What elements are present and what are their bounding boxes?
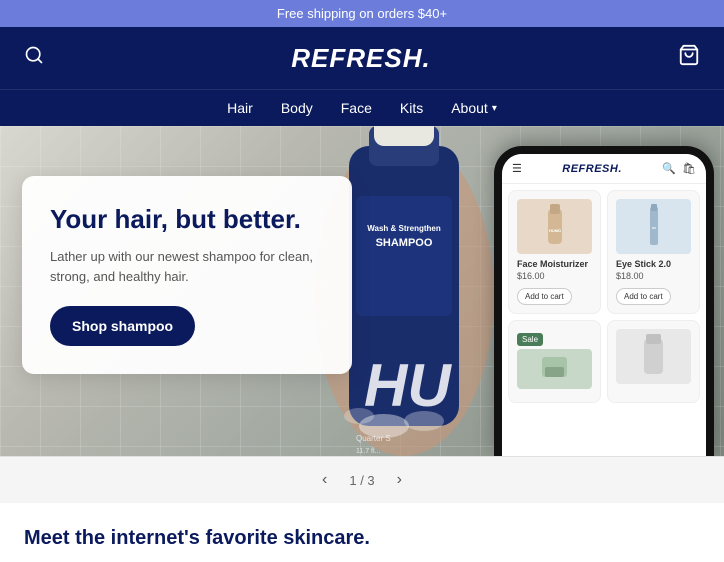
phone-search-icon: 🔍 xyxy=(662,162,676,175)
phone-header: ☰ REFRESH. 🔍 🛍 xyxy=(502,154,706,184)
phone-product-image-4 xyxy=(616,329,691,384)
nav-item-about[interactable]: About ▾ xyxy=(451,100,497,116)
hero-card: Your hair, but better. Lather up with ou… xyxy=(22,176,352,374)
promo-banner: Free shipping on orders $40+ xyxy=(0,0,724,27)
phone-menu-icon: ☰ xyxy=(512,162,522,175)
hero-pagination: ‹ 1 / 3 › xyxy=(0,456,724,503)
main-nav: Hair Body Face Kits About ▾ xyxy=(0,89,724,126)
phone-cart-icon: 🛍 xyxy=(682,162,696,175)
phone-product-price-2: $18.00 xyxy=(616,271,691,281)
phone-product-card-2: HU Eye Stick 2.0 $18.00 Add to cart xyxy=(607,190,700,314)
svg-text:Wash & Strengthen: Wash & Strengthen xyxy=(367,224,441,233)
site-logo[interactable]: REFRESH. xyxy=(291,43,430,74)
hero-section: Wash & Strengthen SHAMPOO HU Quarter S 1… xyxy=(0,126,724,456)
promo-text: Free shipping on orders $40+ xyxy=(277,6,447,21)
phone-add-cart-btn-2[interactable]: Add to cart xyxy=(616,288,671,305)
search-icon[interactable] xyxy=(24,45,44,71)
shop-shampoo-button[interactable]: Shop shampoo xyxy=(50,306,195,346)
chevron-down-icon: ▾ xyxy=(492,103,497,114)
hero-title: Your hair, but better. xyxy=(50,204,320,235)
hero-subtitle: Lather up with our newest shampoo for cl… xyxy=(50,247,320,286)
phone-logo: REFRESH. xyxy=(562,163,622,175)
svg-text:HU: HU xyxy=(364,352,452,419)
phone-product-image-3 xyxy=(517,349,592,389)
svg-text:HUMD: HUMD xyxy=(549,228,561,233)
phone-product-image-1: HUMD xyxy=(517,199,592,254)
phone-product-card-3: Sale xyxy=(508,320,601,403)
next-slide-button[interactable]: › xyxy=(391,469,408,491)
phone-product-image-2: HU xyxy=(616,199,691,254)
svg-text:SHAMPOO: SHAMPOO xyxy=(376,237,433,249)
nav-item-face[interactable]: Face xyxy=(341,100,372,116)
nav-item-body[interactable]: Body xyxy=(281,100,313,116)
phone-nav-icons: 🔍 🛍 xyxy=(662,162,696,175)
phone-product-card-1: HUMD Face Moisturizer $16.00 Add to cart xyxy=(508,190,601,314)
phone-mockup: ☰ REFRESH. 🔍 🛍 HUMD xyxy=(494,146,714,456)
cart-icon[interactable] xyxy=(678,44,700,72)
svg-text:HU: HU xyxy=(651,226,655,230)
phone-product-card-4 xyxy=(607,320,700,403)
phone-add-cart-btn-1[interactable]: Add to cart xyxy=(517,288,572,305)
svg-text:11.7 fl...: 11.7 fl... xyxy=(356,448,380,455)
phone-product-price-1: $16.00 xyxy=(517,271,592,281)
nav-item-hair[interactable]: Hair xyxy=(227,100,253,116)
phone-screen: ☰ REFRESH. 🔍 🛍 HUMD xyxy=(502,154,706,456)
section-title: Meet the internet's favorite skincare. xyxy=(0,503,724,562)
pagination-indicator: 1 / 3 xyxy=(349,473,374,488)
phone-product-name-2: Eye Stick 2.0 xyxy=(616,259,691,269)
nav-item-kits[interactable]: Kits xyxy=(400,100,423,116)
prev-slide-button[interactable]: ‹ xyxy=(316,469,333,491)
header: REFRESH. xyxy=(0,27,724,89)
phone-product-name-1: Face Moisturizer xyxy=(517,259,592,269)
phone-product-grid: HUMD Face Moisturizer $16.00 Add to cart… xyxy=(502,184,706,409)
sale-badge: Sale xyxy=(517,333,543,346)
